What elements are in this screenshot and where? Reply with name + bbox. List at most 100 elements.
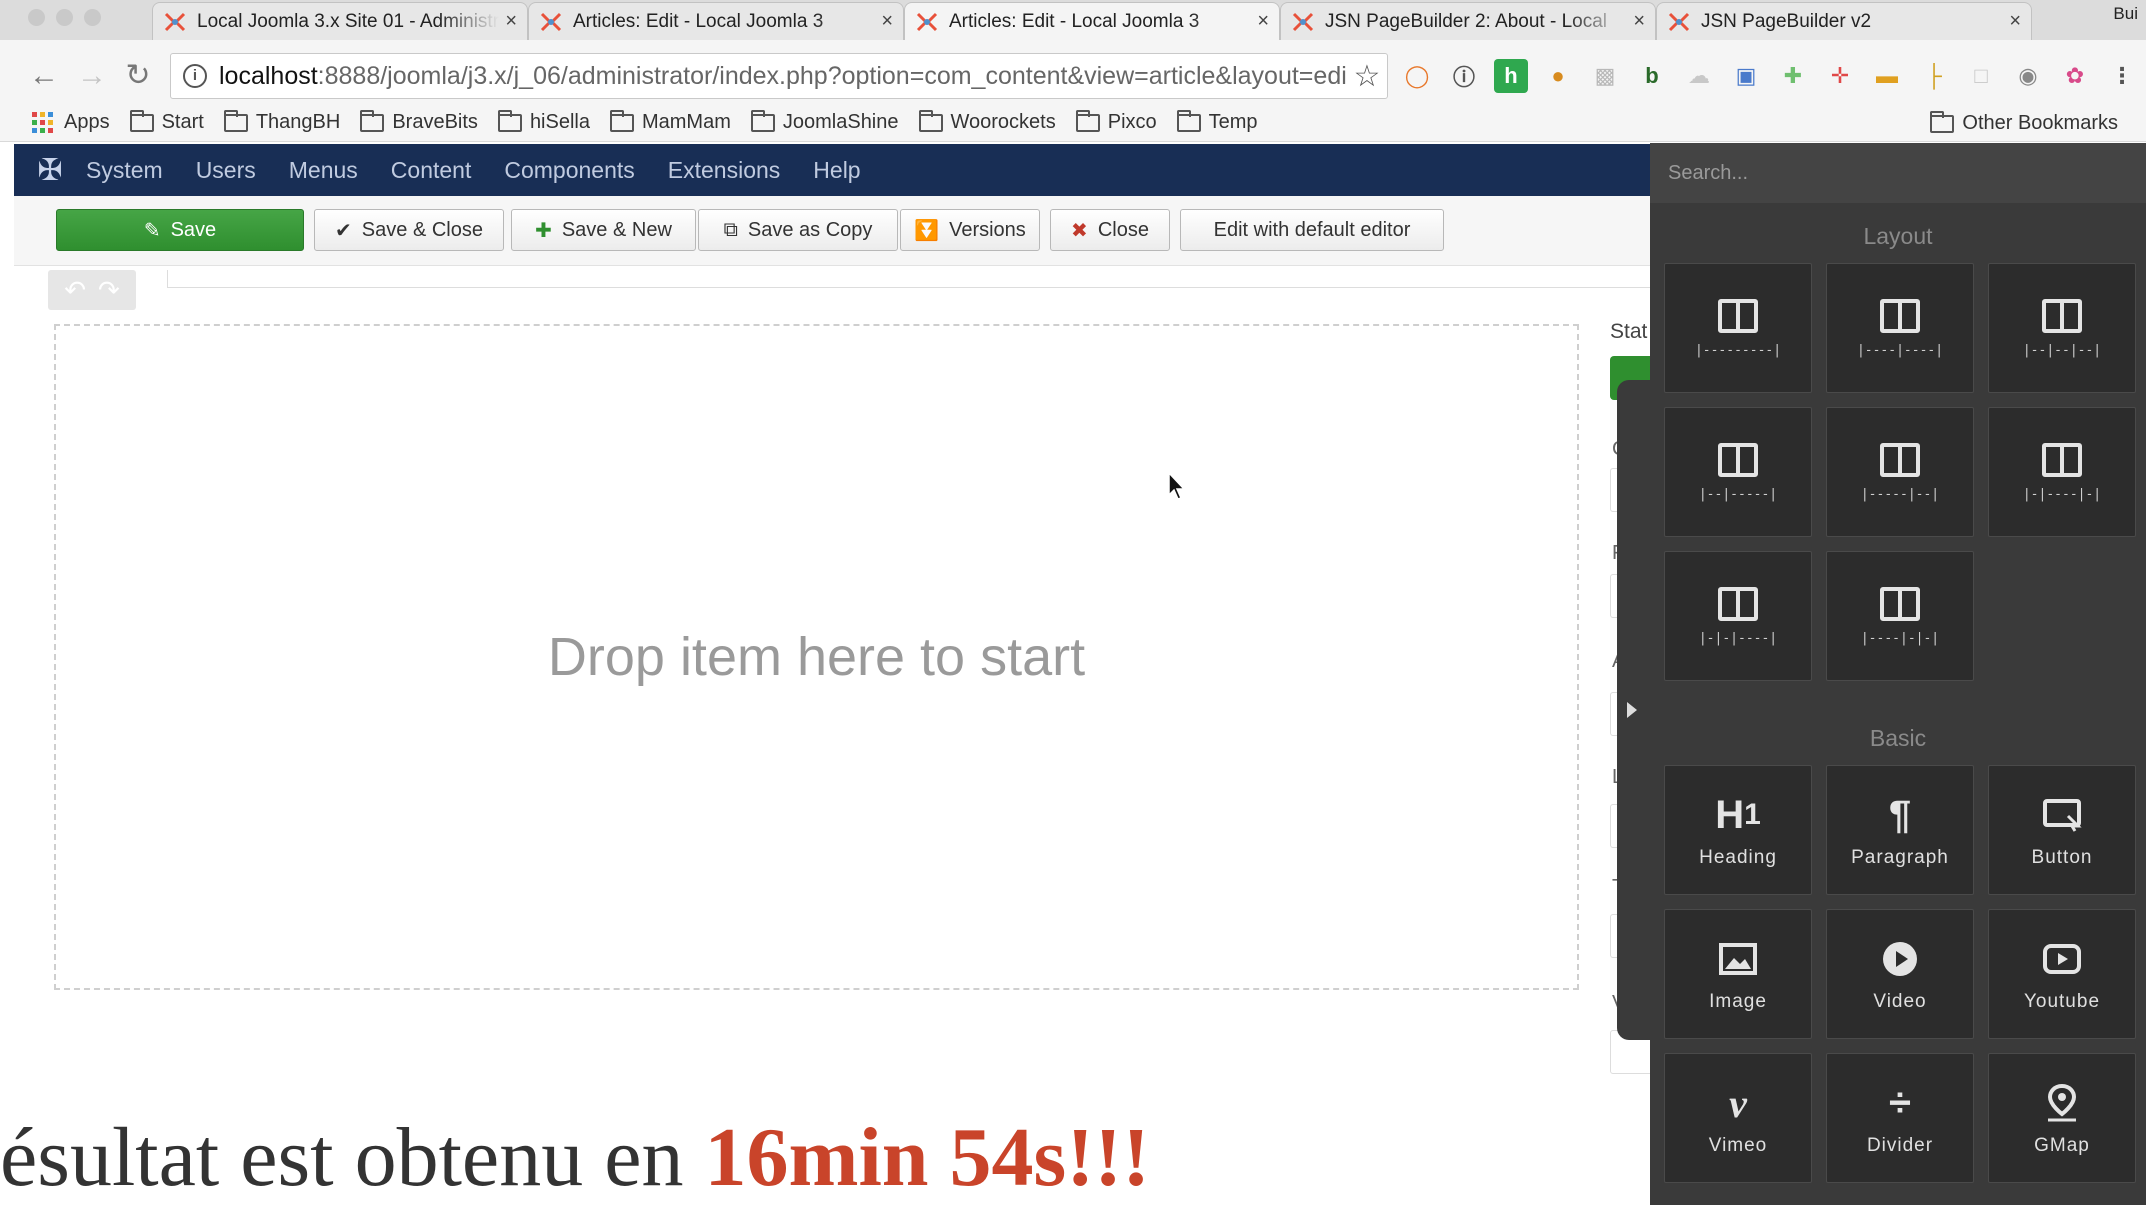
layout-tile[interactable]: |----|----| <box>1826 263 1974 393</box>
close-button[interactable]: ✖ Close <box>1050 209 1170 251</box>
element-vimeo[interactable]: v Vimeo <box>1664 1053 1812 1183</box>
save-copy-button[interactable]: ⧉ Save as Copy <box>698 209 898 251</box>
tab-title: JSN PageBuilder 2: About - Local <box>1325 10 1608 32</box>
browser-tab[interactable]: JSN PageBuilder v2 × <box>1656 2 2032 40</box>
video-icon <box>1881 935 1919 983</box>
tab-close-icon[interactable]: × <box>2009 10 2021 33</box>
window-close-dot[interactable] <box>28 9 45 26</box>
address-bar[interactable]: i localhost:8888/joomla/j3.x/j_06/admini… <box>170 53 1388 99</box>
element-image[interactable]: Image <box>1664 909 1812 1039</box>
element-label: Image <box>1709 991 1767 1012</box>
layout-tile[interactable]: |-|-|----| <box>1664 551 1812 681</box>
menu-content[interactable]: Content <box>391 157 472 184</box>
element-youtube[interactable]: Youtube <box>1988 909 2136 1039</box>
undo-icon[interactable]: ↶ <box>64 275 86 306</box>
tab-close-icon[interactable]: × <box>505 10 517 33</box>
extension-icon[interactable]: ▣ <box>1729 59 1763 93</box>
layout-tile[interactable]: |--|-----| <box>1664 407 1812 537</box>
bookmark-folder[interactable]: BraveBits <box>360 109 478 134</box>
bookmark-folder[interactable]: Temp <box>1176 109 1258 134</box>
info-icon[interactable]: i <box>183 64 207 88</box>
bookmark-folder[interactable]: Start <box>129 109 204 134</box>
extension-icon[interactable]: ▬ <box>1870 59 1904 93</box>
redo-icon[interactable]: ↷ <box>98 275 120 306</box>
tab-close-icon[interactable]: × <box>1633 10 1645 33</box>
layout-ratio: |---------| <box>1694 342 1782 358</box>
element-label: Button <box>2031 847 2093 868</box>
menu-system[interactable]: System <box>86 157 163 184</box>
bookmark-star-icon[interactable]: ☆ <box>1347 59 1387 94</box>
browser-menu-icon[interactable]: ⋮ <box>2105 59 2139 93</box>
tab-title: Articles: Edit - Local Joomla 3 <box>573 10 824 32</box>
save-new-button[interactable]: ✚ Save & New <box>511 209 696 251</box>
columns-icon <box>1718 442 1758 477</box>
bookmark-folder[interactable]: MamMam <box>609 109 731 134</box>
tab-close-icon[interactable]: × <box>1257 10 1269 33</box>
menu-components[interactable]: Components <box>504 157 634 184</box>
extension-icon[interactable]: b <box>1635 59 1669 93</box>
reload-icon[interactable]: ↻ <box>118 56 158 96</box>
versions-button[interactable]: ⏬ Versions <box>900 209 1040 251</box>
tab-close-icon[interactable]: × <box>881 10 893 33</box>
layout-tile[interactable]: |--|--|--| <box>1988 263 2136 393</box>
bookmark-folder[interactable]: Woorockets <box>918 109 1056 134</box>
edit-default-editor-button[interactable]: Edit with default editor <box>1180 209 1444 251</box>
bookmark-folder[interactable]: JoomlaShine <box>750 109 899 134</box>
browser-tab-active[interactable]: Articles: Edit - Local Joomla 3 × <box>904 2 1280 40</box>
element-video[interactable]: Video <box>1826 909 1974 1039</box>
back-arrow-icon[interactable]: ← <box>24 56 64 96</box>
other-bookmarks[interactable]: Other Bookmarks <box>1930 110 2118 135</box>
save-close-button[interactable]: ✔ Save & Close <box>314 209 504 251</box>
drop-zone[interactable]: Drop item here to start <box>54 324 1579 990</box>
extension-icon[interactable]: ◯ <box>1400 59 1434 93</box>
window-zoom-dot[interactable] <box>84 9 101 26</box>
checkmark-icon: ✔ <box>335 219 352 242</box>
extension-icon[interactable]: ✛ <box>1823 59 1857 93</box>
mouse-cursor-icon <box>1168 471 1186 500</box>
layout-tile[interactable]: |-|----|-| <box>1988 407 2136 537</box>
layout-tile[interactable]: |----|-|-| <box>1826 551 1974 681</box>
element-paragraph[interactable]: ¶ Paragraph <box>1826 765 1974 895</box>
folder-icon <box>129 109 154 132</box>
admin-navbar: ✠ System Users Menus Content Components … <box>14 144 1674 196</box>
profile-chip[interactable]: Bui <box>2086 0 2146 32</box>
menu-help[interactable]: Help <box>813 157 860 184</box>
extension-icon[interactable]: ├ <box>1917 59 1951 93</box>
bookmark-apps[interactable]: Apps <box>32 111 110 134</box>
camera-icon[interactable]: ◉ <box>2011 59 2045 93</box>
layout-tile[interactable]: |---------| <box>1664 263 1812 393</box>
extension-icon[interactable]: ⓘ <box>1447 59 1481 93</box>
extension-icon[interactable]: ✿ <box>2058 59 2092 93</box>
extension-icon[interactable]: h <box>1494 59 1528 93</box>
element-search-input[interactable]: Search... <box>1650 143 2146 203</box>
forward-arrow-icon[interactable]: → <box>72 56 112 96</box>
element-button[interactable]: Button <box>1988 765 2136 895</box>
panel-collapse-tab[interactable] <box>1617 380 1653 1040</box>
extension-icon[interactable]: ▩ <box>1588 59 1622 93</box>
joomla-logo-icon[interactable]: ✠ <box>14 144 86 196</box>
bookmark-folder[interactable]: ThangBH <box>223 109 340 134</box>
menu-users[interactable]: Users <box>196 157 256 184</box>
extension-icon[interactable]: ● <box>1541 59 1575 93</box>
joomla-favicon-icon <box>916 12 938 31</box>
element-gmap[interactable]: GMap <box>1988 1053 2136 1183</box>
url-text[interactable]: localhost:8888/joomla/j3.x/j_06/administ… <box>219 62 1347 91</box>
extension-icon[interactable]: □ <box>1964 59 1998 93</box>
extension-icon[interactable]: ✚ <box>1776 59 1810 93</box>
element-heading[interactable]: H1 Heading <box>1664 765 1812 895</box>
layout-tile[interactable]: |-----|--| <box>1826 407 1974 537</box>
element-divider[interactable]: ÷ Divider <box>1826 1053 1974 1183</box>
browser-tab[interactable]: JSN PageBuilder 2: About - Local × <box>1280 2 1656 40</box>
browser-tab[interactable]: Articles: Edit - Local Joomla 3 × <box>528 2 904 40</box>
bookmark-folder[interactable]: Pixco <box>1075 109 1157 134</box>
save-copy-label: Save as Copy <box>747 218 873 241</box>
menu-menus[interactable]: Menus <box>289 157 358 184</box>
save-button[interactable]: ✎ Save <box>56 209 304 251</box>
bookmark-folder[interactable]: hiSella <box>497 109 590 134</box>
window-minimize-dot[interactable] <box>56 9 73 26</box>
bookmark-label: BraveBits <box>392 111 478 133</box>
browser-tab[interactable]: Local Joomla 3.x Site 01 - Administratio… <box>152 2 528 40</box>
pagebuilder-panel: Search... Layout |---------| |----|----|… <box>1650 143 2146 1205</box>
menu-extensions[interactable]: Extensions <box>668 157 781 184</box>
extension-icon[interactable]: ☁ <box>1682 59 1716 93</box>
